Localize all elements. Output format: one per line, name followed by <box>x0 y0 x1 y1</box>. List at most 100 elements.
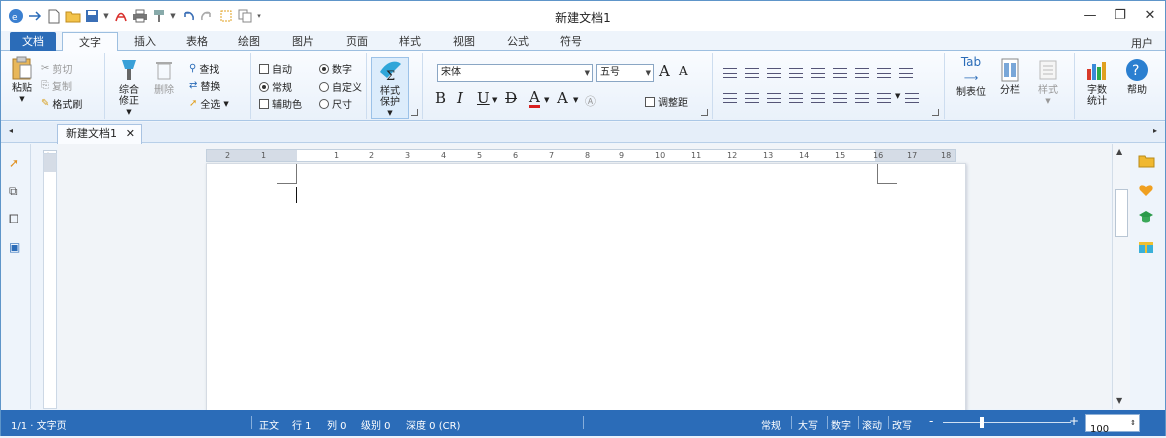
replace-button[interactable]: ⇄ 替换 <box>189 78 220 93</box>
clear-format-dropdown-icon[interactable]: ▼ <box>573 96 578 104</box>
tab-formula[interactable]: 公式 <box>495 32 541 51</box>
paragraph-dropdown-icon[interactable]: ▼ <box>895 92 900 100</box>
find-button[interactable]: ⚲ 查找 <box>189 61 219 76</box>
paragraph-spacing-checkbox[interactable]: 调整距 <box>645 94 688 109</box>
border-icon[interactable] <box>877 68 891 78</box>
tab-draw[interactable]: 绘图 <box>226 32 272 51</box>
copy-button[interactable]: ⎘ 复制 <box>41 78 72 93</box>
select-pointer-icon[interactable]: ➚ <box>9 156 23 170</box>
italic-button[interactable]: I <box>457 89 463 107</box>
grow-font-button[interactable]: A <box>659 62 670 80</box>
font-color-dropdown-icon[interactable]: ▼ <box>544 96 549 104</box>
distribute-icon[interactable] <box>811 93 825 103</box>
tab-style[interactable]: 样式 <box>387 32 433 51</box>
tab-table[interactable]: 表格 <box>174 32 220 51</box>
zoom-spinner-icon[interactable]: ⇕ <box>1130 415 1136 431</box>
heart-icon[interactable] <box>1138 182 1155 199</box>
paragraph-launcher-icon[interactable] <box>932 109 939 116</box>
page-copy-icon[interactable]: ⧉ <box>9 184 23 198</box>
status-scroll[interactable]: 滚动 <box>862 417 882 432</box>
tab-text[interactable]: 文字 <box>62 32 118 52</box>
shrink-font-button[interactable]: A <box>679 64 688 78</box>
status-overwrite[interactable]: 改写 <box>892 417 912 432</box>
tab-bar-right-icon[interactable]: ▸ <box>1153 126 1157 135</box>
tab-picture[interactable]: 图片 <box>280 32 326 51</box>
tab-file[interactable]: 文档 <box>10 32 56 51</box>
user-label[interactable]: 用户 <box>1131 35 1153 51</box>
align-right-icon[interactable] <box>767 93 781 103</box>
underline-button[interactable]: U <box>477 89 490 107</box>
status-num[interactable]: 数字 <box>831 417 851 432</box>
font-launcher-icon[interactable] <box>701 109 708 116</box>
underline-dropdown-icon[interactable]: ▼ <box>492 96 497 104</box>
select-dropdown-icon[interactable]: ▼ <box>223 100 228 108</box>
style-protect-button[interactable]: Σ 样式 保护 ▼ <box>371 57 409 119</box>
paste-button[interactable]: 粘贴 ▼ <box>7 55 37 105</box>
painter-dropdown-icon[interactable]: ▼ <box>169 12 177 20</box>
styles-dropdown-icon[interactable]: ▼ <box>1031 96 1065 107</box>
help-button[interactable]: ? 帮助 <box>1119 57 1155 96</box>
share-icon[interactable] <box>26 8 43 25</box>
phonetic-icon[interactable]: Ⓐ <box>585 93 596 109</box>
bullet-list-icon[interactable] <box>723 68 737 78</box>
pdf-icon[interactable] <box>112 8 129 25</box>
crop-icon[interactable] <box>217 8 234 25</box>
format-painter-button[interactable]: ✎ 格式刷 <box>41 96 82 111</box>
page-clone-icon[interactable]: ⧠ <box>9 212 23 226</box>
select-all-button[interactable]: ➚ 全选 ▼ <box>189 96 229 111</box>
minimize-icon[interactable]: — <box>1075 1 1105 29</box>
copy-icon[interactable] <box>236 8 253 25</box>
cut-button[interactable]: ✂ 剪切 <box>41 61 72 76</box>
document-page[interactable] <box>206 163 966 413</box>
font-size-select[interactable]: 五号 ▼ <box>596 64 654 82</box>
regular-radio[interactable]: 常规 <box>259 79 292 94</box>
undo-icon[interactable] <box>179 8 196 25</box>
show-marks-icon[interactable] <box>905 93 919 103</box>
document-tab[interactable]: 新建文档1 ✕ <box>57 124 142 144</box>
gift-icon[interactable] <box>1138 238 1155 255</box>
tab-bar-menu-icon[interactable]: ◂ <box>9 126 13 135</box>
style-protect-dropdown-icon[interactable]: ▼ <box>372 108 408 119</box>
group-launcher-icon[interactable] <box>411 109 418 116</box>
tab-view[interactable]: 视图 <box>441 32 487 51</box>
align-left-icon[interactable] <box>723 93 737 103</box>
delete-button[interactable]: 删除 <box>149 57 179 96</box>
align-center-icon[interactable] <box>745 93 759 103</box>
zoom-slider-knob[interactable] <box>980 417 984 428</box>
clear-format-button[interactable]: A <box>557 89 568 107</box>
graduation-cap-icon[interactable] <box>1138 210 1155 227</box>
decrease-indent-icon[interactable] <box>789 68 803 78</box>
text-direction-icon[interactable] <box>833 93 847 103</box>
custom-radio[interactable]: 自定义 <box>319 79 362 94</box>
number-list-icon[interactable] <box>745 68 759 78</box>
vertical-ruler[interactable] <box>43 153 57 409</box>
status-caps[interactable]: 大写 <box>798 417 818 432</box>
status-mode[interactable]: 常规 <box>761 417 781 432</box>
redo-icon[interactable] <box>198 8 215 25</box>
save-icon[interactable] <box>83 8 100 25</box>
styles-button[interactable]: 样式 ▼ <box>1031 57 1065 107</box>
shading-icon[interactable] <box>899 68 913 78</box>
paste-dropdown-icon[interactable]: ▼ <box>7 94 37 105</box>
format-painter-icon[interactable] <box>150 8 167 25</box>
save-dropdown-icon[interactable]: ▼ <box>102 12 110 20</box>
justify-icon[interactable] <box>789 93 803 103</box>
strikethrough-button[interactable]: D <box>505 89 517 107</box>
zoom-input[interactable]: 100 ⇕ <box>1085 414 1140 435</box>
multilevel-list-icon[interactable] <box>767 68 781 78</box>
print-icon[interactable] <box>131 8 148 25</box>
assist-color-checkbox[interactable]: 辅助色 <box>259 96 302 111</box>
new-icon[interactable] <box>45 8 62 25</box>
scroll-thumb[interactable] <box>1115 189 1128 237</box>
zoom-in-icon[interactable]: + <box>1069 414 1079 428</box>
image-icon[interactable]: ▣ <box>9 240 23 254</box>
zoom-slider-track[interactable] <box>943 422 1071 423</box>
paragraph-settings-icon[interactable] <box>877 93 891 103</box>
scroll-up-icon[interactable]: ▲ <box>1116 147 1122 156</box>
folder-icon[interactable] <box>1138 154 1155 171</box>
number-radio[interactable]: 数字 <box>319 61 352 76</box>
sort-icon[interactable] <box>855 68 869 78</box>
tab-insert[interactable]: 插入 <box>122 32 168 51</box>
tab-symbol[interactable]: 符号 <box>548 32 594 51</box>
font-color-button[interactable]: A <box>529 89 540 108</box>
